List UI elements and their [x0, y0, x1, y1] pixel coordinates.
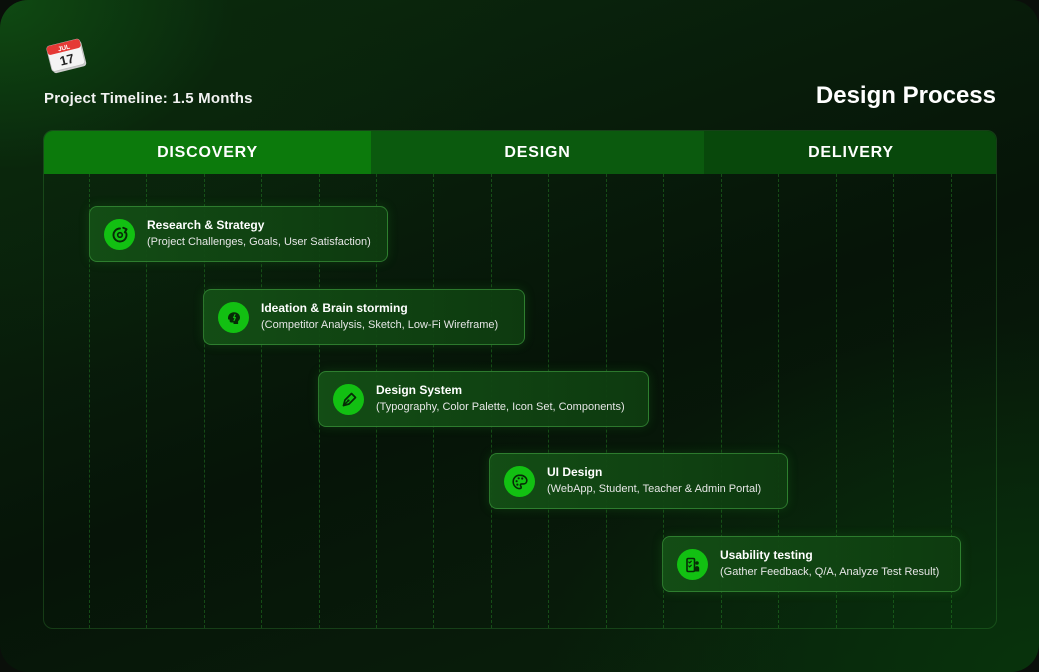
task-title: Usability testing — [720, 548, 813, 562]
calendar-icon: JUL 17 — [46, 38, 87, 74]
project-timeline-label: Project Timeline: 1.5 Months — [44, 90, 253, 107]
brain-icon — [218, 302, 249, 333]
task-title: UI Design — [547, 465, 603, 479]
usability-test-icon — [677, 549, 708, 580]
task-subtitle: (WebApp, Student, Teacher & Admin Portal… — [547, 483, 762, 495]
design-process-card: JUL 17 Project Timeline: 1.5 Months Desi… — [0, 0, 1039, 672]
task-usability-testing[interactable]: Usability testing (Gather Feedback, Q/A,… — [662, 536, 961, 592]
task-title: Ideation & Brain storming — [261, 301, 408, 315]
research-refresh-icon — [104, 219, 135, 250]
task-ui-design[interactable]: UI Design (WebApp, Student, Teacher & Ad… — [489, 453, 788, 509]
task-ideation-brainstorming[interactable]: Ideation & Brain storming (Competitor An… — [203, 289, 525, 345]
page-title: Design Process — [815, 82, 996, 109]
task-subtitle: (Typography, Color Palette, Icon Set, Co… — [376, 401, 625, 413]
task-research-strategy[interactable]: Research & Strategy (Project Challenges,… — [89, 206, 388, 262]
timeline-board: DISCOVERY DESIGN DELIVERY Research & Str… — [43, 130, 997, 629]
phase-header: DISCOVERY DESIGN DELIVERY — [44, 131, 996, 174]
task-title: Design System — [376, 383, 463, 397]
task-title: Research & Strategy — [147, 218, 265, 232]
task-subtitle: (Project Challenges, Goals, User Satisfa… — [147, 236, 371, 248]
phase-discovery: DISCOVERY — [44, 131, 371, 174]
phase-design: DESIGN — [371, 131, 704, 174]
task-subtitle: (Competitor Analysis, Sketch, Low-Fi Wir… — [261, 319, 499, 331]
pen-nib-icon — [333, 384, 364, 415]
palette-icon — [504, 466, 535, 497]
phase-delivery: DELIVERY — [704, 131, 996, 174]
task-subtitle: (Gather Feedback, Q/A, Analyze Test Resu… — [720, 566, 940, 578]
task-design-system[interactable]: Design System (Typography, Color Palette… — [318, 371, 649, 427]
